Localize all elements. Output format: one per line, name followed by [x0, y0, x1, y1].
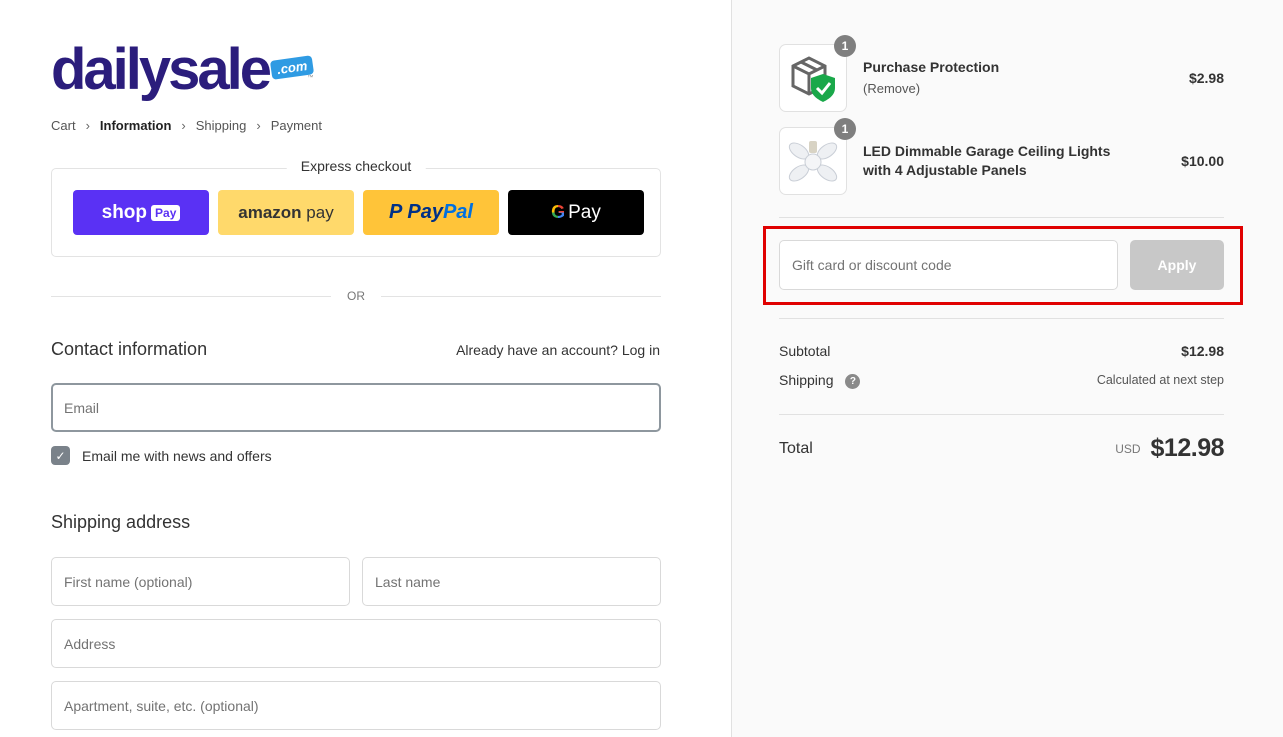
paypal-button[interactable]: P Pay Pal	[363, 190, 499, 235]
shield-box-icon	[791, 56, 835, 102]
express-checkout: Express checkout shop Pay amazon pay P P…	[51, 158, 661, 257]
shop-pay-logo: shop	[101, 201, 148, 223]
item-price: $10.00	[1181, 153, 1224, 169]
currency-code: USD	[1115, 441, 1141, 456]
apply-discount-button[interactable]: Apply	[1130, 240, 1224, 290]
subtotal-value: $12.98	[1181, 343, 1224, 359]
total-row: Total USD $12.98	[779, 434, 1225, 463]
email-input[interactable]	[64, 399, 648, 416]
amazon-pay-button[interactable]: amazon pay	[218, 190, 354, 235]
divider	[779, 318, 1224, 319]
divider-line	[381, 295, 661, 297]
item-thumbnail: 1	[779, 35, 856, 112]
email-field[interactable]	[51, 383, 661, 432]
shop-pay-pill: Pay	[151, 204, 181, 221]
item-name: Purchase Protection	[863, 59, 1000, 75]
checkout-form-panel: dailysale .com ™ Cart › Information › Sh…	[0, 0, 731, 737]
quantity-badge: 1	[834, 118, 856, 140]
subtotal-row: Subtotal $12.98	[779, 343, 1224, 359]
shipping-label: Shipping	[779, 372, 834, 388]
shipping-row: Shipping ? Calculated at next step	[779, 372, 1224, 389]
chevron-right-icon: ›	[256, 118, 261, 133]
item-thumbnail: 1	[779, 118, 856, 195]
express-pay-buttons: shop Pay amazon pay P Pay Pal G Pay	[73, 190, 644, 235]
breadcrumb: Cart › Information › Shipping › Payment	[51, 118, 322, 133]
divider	[779, 414, 1224, 415]
login-prompt-text: Already have an account?	[456, 342, 618, 358]
divider-line	[51, 295, 331, 297]
or-divider: OR	[51, 289, 661, 303]
item-price: $2.98	[1188, 70, 1224, 86]
last-name-input[interactable]	[375, 573, 648, 590]
order-item: 1 LED Dimmable Garage Ceiling Lights wit…	[779, 118, 1224, 195]
breadcrumb-payment: Payment	[270, 118, 323, 133]
google-pay-button[interactable]: G Pay	[508, 190, 644, 235]
brand-logo[interactable]: dailysale .com ™	[51, 24, 315, 102]
shipping-value: Calculated at next step	[1096, 373, 1224, 388]
order-summary-panel: 1 Purchase Protection (Remove) $2.98 1 L…	[731, 0, 1283, 737]
google-g-icon: G	[551, 202, 566, 222]
paypal-pal-text: Pal	[442, 201, 473, 223]
apartment-input[interactable]	[64, 697, 648, 714]
express-checkout-title: Express checkout	[286, 158, 426, 174]
discount-code-field[interactable]	[779, 240, 1118, 290]
remove-item-link[interactable]: (Remove)	[863, 79, 1189, 98]
item-name: LED Dimmable Garage Ceiling Lights with …	[863, 143, 1111, 178]
logo-trademark: ™	[307, 75, 314, 81]
address-field[interactable]	[51, 619, 661, 668]
contact-info-heading: Contact information	[51, 339, 208, 359]
first-name-field[interactable]	[51, 557, 350, 606]
breadcrumb-shipping: Shipping	[195, 118, 247, 133]
last-name-field[interactable]	[362, 557, 661, 606]
breadcrumb-cart[interactable]: Cart	[51, 118, 76, 133]
amazon-pay-suffix: pay	[306, 202, 334, 222]
amazon-logo: amazon	[238, 202, 302, 222]
paypal-pay-text: Pay	[407, 201, 443, 223]
newsletter-checkbox[interactable]: ✓	[51, 446, 70, 465]
first-name-input[interactable]	[64, 573, 337, 590]
chevron-right-icon: ›	[85, 118, 90, 133]
shop-pay-button[interactable]: shop Pay	[73, 190, 209, 235]
discount-code-input[interactable]	[792, 257, 1105, 273]
login-link[interactable]: Log in	[622, 342, 660, 358]
apartment-field[interactable]	[51, 681, 661, 730]
divider	[779, 217, 1224, 218]
chevron-right-icon: ›	[181, 118, 186, 133]
led-light-icon	[788, 141, 838, 182]
newsletter-checkbox-row[interactable]: ✓ Email me with news and offers	[51, 446, 272, 465]
help-icon[interactable]: ?	[845, 373, 861, 389]
quantity-badge: 1	[834, 35, 856, 57]
total-value: $12.98	[1150, 434, 1225, 462]
logo-wordmark: dailysale	[51, 37, 272, 102]
google-pay-text: Pay	[568, 201, 601, 223]
or-label: OR	[347, 289, 365, 303]
breadcrumb-information: Information	[99, 118, 172, 133]
address-input[interactable]	[64, 635, 648, 652]
paypal-icon: P	[389, 201, 403, 223]
subtotal-label: Subtotal	[779, 343, 831, 359]
login-prompt: Already have an account? Log in	[456, 342, 660, 358]
order-item: 1 Purchase Protection (Remove) $2.98	[779, 35, 1224, 112]
shipping-address-heading: Shipping address	[51, 512, 191, 532]
newsletter-label: Email me with news and offers	[82, 447, 272, 464]
total-label: Total	[779, 439, 813, 457]
